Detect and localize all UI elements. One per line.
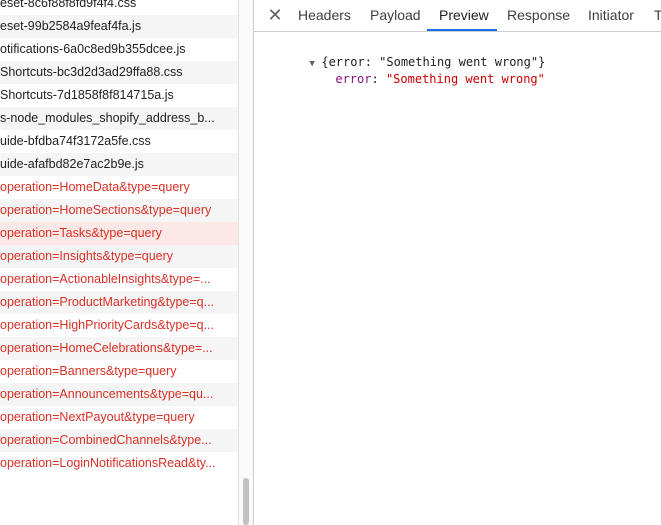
request-row[interactable]: operation=HomeCelebrations&type=...	[0, 337, 238, 360]
request-row[interactable]: operation=CombinedChannels&type...	[0, 429, 238, 452]
close-icon[interactable]: ✕	[266, 6, 284, 24]
json-key: error	[335, 72, 372, 86]
request-row[interactable]: Shortcuts-bc3d2d3ad29ffa88.css	[0, 61, 238, 84]
json-root-line[interactable]: ▼ {error: "Something went wrong"}	[266, 37, 545, 69]
tab-response[interactable]: Response	[507, 0, 570, 31]
request-row[interactable]: operation=NextPayout&type=query	[0, 406, 238, 429]
active-tab-indicator	[427, 29, 497, 31]
request-list: eset-8c6f88f8fd9f4f4.css eset-99b2584a9fe…	[0, 0, 238, 475]
tab-timing[interactable]: T	[654, 0, 661, 31]
details-panel: ✕ Headers Payload Preview Response Initi…	[254, 0, 661, 525]
json-preview: ▼ {error: "Something went wrong"} error: …	[266, 37, 545, 86]
request-list-panel: eset-8c6f88f8fd9f4f4.css eset-99b2584a9fe…	[0, 0, 238, 525]
scrollbar-thumb[interactable]	[243, 478, 249, 525]
json-summary: {error: "Something went wrong"}	[321, 55, 546, 69]
tab-payload[interactable]: Payload	[370, 0, 421, 31]
request-row[interactable]: eset-99b2584a9feaf4fa.js	[0, 15, 238, 38]
request-row[interactable]: operation=ActionableInsights&type=...	[0, 268, 238, 291]
details-tab-bar: ✕ Headers Payload Preview Response Initi…	[254, 0, 661, 32]
request-row[interactable]: s-node_modules_shopify_address_b...	[0, 107, 238, 130]
request-row[interactable]: operation=ProductMarketing&type=q...	[0, 291, 238, 314]
tab-initiator[interactable]: Initiator	[588, 0, 634, 31]
request-row[interactable]: uide-bfdba74f3172a5fe.css	[0, 130, 238, 153]
request-row[interactable]: otifications-6a0c8ed9b355dcee.js	[0, 38, 238, 61]
request-row-selected[interactable]: operation=Tasks&type=query	[0, 222, 238, 245]
tab-preview[interactable]: Preview	[439, 0, 489, 31]
request-row[interactable]: operation=LoginNotificationsRead&ty...	[0, 452, 238, 475]
request-row[interactable]: operation=Banners&type=query	[0, 360, 238, 383]
json-string-value: "Something went wrong"	[385, 72, 545, 86]
tab-headers[interactable]: Headers	[298, 0, 351, 31]
request-row[interactable]: operation=HighPriorityCards&type=q...	[0, 314, 238, 337]
request-row[interactable]: operation=Announcements&type=qu...	[0, 383, 238, 406]
json-colon: :	[371, 72, 386, 86]
request-row[interactable]: eset-8c6f88f8fd9f4f4.css	[0, 0, 238, 15]
request-row[interactable]: operation=Insights&type=query	[0, 245, 238, 268]
request-row[interactable]: uide-afafbd82e7ac2b9e.js	[0, 153, 238, 176]
request-row[interactable]: operation=HomeSections&type=query	[0, 199, 238, 222]
request-row[interactable]: Shortcuts-7d1858f8f814715a.js	[0, 84, 238, 107]
request-row[interactable]: operation=HomeData&type=query	[0, 176, 238, 199]
request-list-scrollbar[interactable]	[238, 0, 254, 525]
